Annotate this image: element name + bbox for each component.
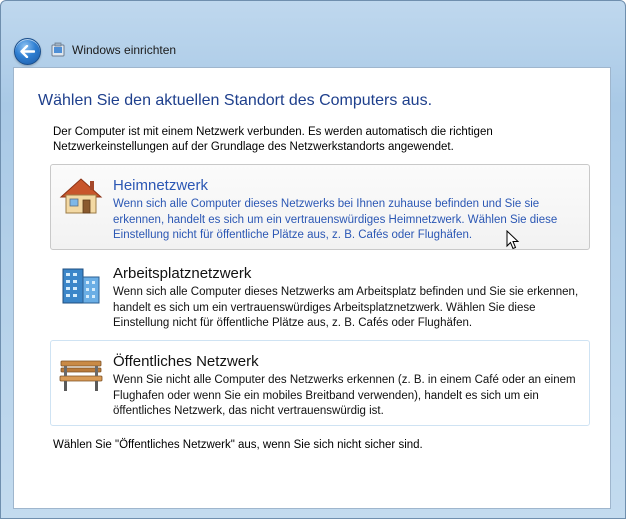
park-bench-icon: [59, 360, 103, 391]
office-building-icon: [62, 268, 100, 304]
option-public-title: Öffentliches Netzwerk: [113, 353, 259, 370]
windows-setup-icon: [51, 42, 65, 57]
page-title: Wählen Sie den aktuellen Standort des Co…: [38, 92, 433, 109]
back-arrow-icon: [20, 45, 35, 58]
mouse-cursor-icon: [506, 230, 520, 250]
window-title: Windows einrichten: [72, 43, 177, 57]
option-home-title: Heimnetzwerk: [113, 177, 209, 194]
option-public-network[interactable]: Öffentliches Netzwerk Wenn Sie nicht all…: [50, 340, 590, 426]
option-work-title: Arbeitsplatznetzwerk: [113, 265, 252, 282]
title-bar: Windows einrichten: [1, 1, 625, 65]
option-public-description: Wenn Sie nicht alle Computer des Netzwer…: [113, 374, 576, 417]
intro-text: Der Computer ist mit einem Netzwerk verb…: [53, 126, 493, 153]
footer-hint: Wählen Sie "Öffentliches Netzwerk" aus, …: [53, 439, 423, 451]
setup-window: Windows einrichten Wählen Sie den aktuel…: [0, 0, 626, 519]
option-work-network[interactable]: Arbeitsplatznetzwerk Wenn sich alle Comp…: [50, 252, 590, 338]
option-work-description: Wenn sich alle Computer dieses Netzwerks…: [113, 286, 579, 329]
back-button[interactable]: [14, 38, 41, 65]
house-icon: [59, 178, 103, 214]
